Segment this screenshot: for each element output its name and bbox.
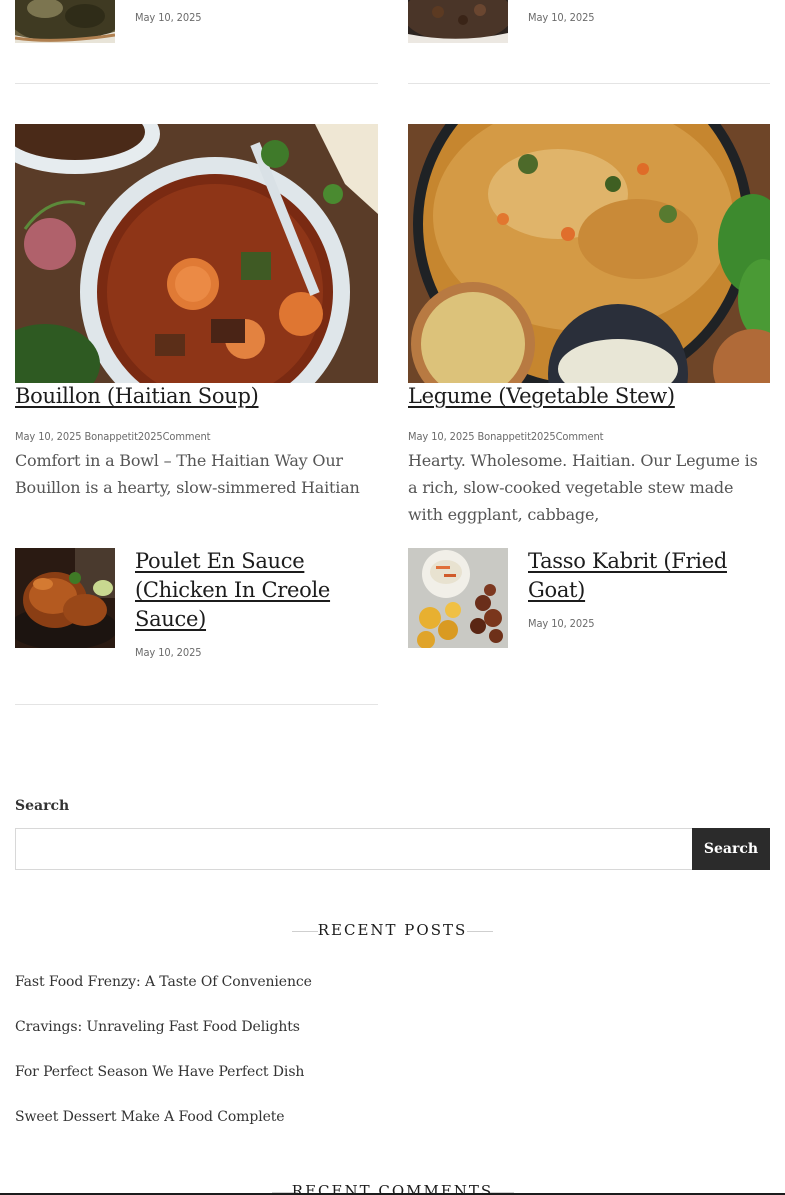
post-meta: May 10, 2025 Bonappetit2025Comment: [408, 430, 604, 443]
recent-post-link[interactable]: For Perfect Season We Have Perfect Dish: [15, 1064, 304, 1080]
legume-featured-image[interactable]: [408, 124, 770, 383]
post-date: May 10, 2025: [528, 11, 595, 24]
search-input[interactable]: [15, 828, 693, 870]
tasso-title-link[interactable]: Tasso Kabrit (Fried Goat): [528, 547, 768, 605]
post-divider: [408, 83, 770, 84]
post-meta: May 10, 2025 Bonappetit2025Comment: [15, 430, 211, 443]
recent-post-link[interactable]: Sweet Dessert Make A Food Complete: [15, 1109, 285, 1125]
bouillon-featured-image[interactable]: [15, 124, 378, 383]
recent-post-link[interactable]: Fast Food Frenzy: A Taste Of Convenience: [15, 974, 312, 990]
poulet-thumbnail[interactable]: [15, 548, 115, 648]
post-date: May 10, 2025: [135, 646, 202, 659]
poulet-title-link[interactable]: Poulet En Sauce (Chicken In Creole Sauce…: [135, 547, 378, 634]
bouillon-title-link[interactable]: Bouillon (Haitian Soup): [15, 382, 259, 410]
post-divider: [15, 704, 378, 705]
post-excerpt: Comfort in a Bowl – The Haitian Way Our …: [15, 451, 360, 497]
post-date: May 10, 2025: [135, 11, 202, 24]
legume-title-link[interactable]: Legume (Vegetable Stew): [408, 382, 675, 410]
search-label: Search: [15, 798, 70, 814]
post-divider: [15, 83, 378, 84]
post-thumbnail[interactable]: [408, 0, 508, 43]
tasso-thumbnail[interactable]: [408, 548, 508, 648]
recent-posts-heading: RECENT POSTS: [317, 921, 468, 939]
post-thumbnail[interactable]: [15, 0, 115, 43]
post-date: May 10, 2025: [528, 617, 595, 630]
search-button[interactable]: Search: [692, 828, 770, 870]
post-excerpt: Hearty. Wholesome. Haitian. Our Legume i…: [408, 451, 758, 524]
recent-post-link[interactable]: Cravings: Unraveling Fast Food Delights: [15, 1019, 300, 1035]
